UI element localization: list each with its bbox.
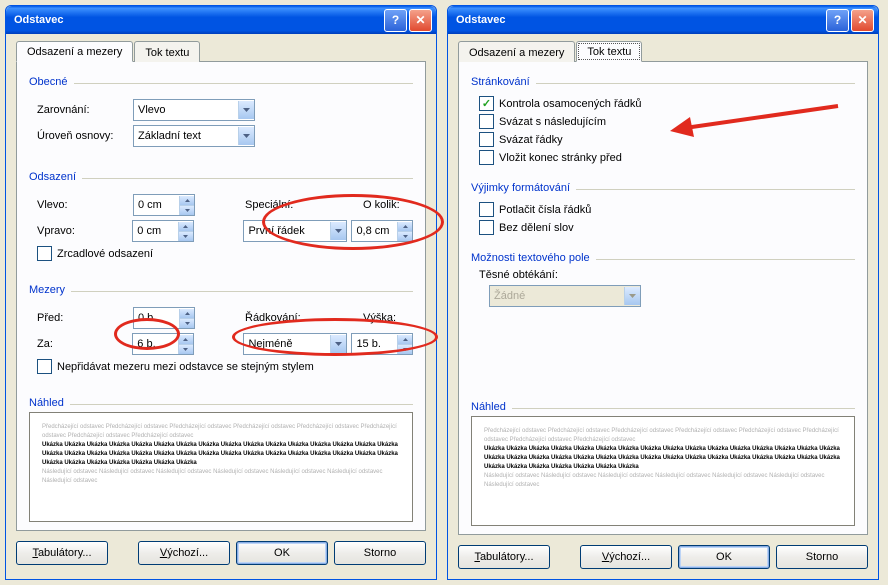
indent-right-field[interactable]: 0 cm bbox=[132, 220, 194, 242]
alignment-combo[interactable]: Vlevo bbox=[133, 99, 255, 121]
tab-indent-spacing[interactable]: Odsazení a mezery bbox=[458, 41, 575, 62]
group-general: Obecné bbox=[29, 76, 68, 88]
group-spacing: Mezery bbox=[29, 284, 65, 296]
no-add-space-checkbox[interactable]: Nepřidávat mezeru mezi odstavce se stejn… bbox=[37, 359, 413, 374]
checkbox-icon bbox=[479, 220, 494, 235]
label-indent-left: Vlevo: bbox=[37, 199, 133, 211]
spinner-icon[interactable] bbox=[397, 222, 412, 241]
tab-strip: Odsazení a mezery Tok textu bbox=[458, 40, 868, 62]
tight-wrap-combo: Žádné bbox=[489, 285, 641, 307]
preview-box: Předcházející odstavec Předcházející ods… bbox=[471, 416, 855, 526]
group-indent: Odsazení bbox=[29, 171, 76, 183]
group-textbox-options: Možnosti textového pole bbox=[471, 252, 590, 264]
label-space-before: Před: bbox=[37, 312, 133, 324]
suppress-line-numbers-checkbox[interactable]: Potlačit čísla řádků bbox=[479, 202, 855, 217]
checkbox-icon bbox=[479, 202, 494, 217]
checkbox-icon bbox=[479, 114, 494, 129]
chevron-down-icon bbox=[330, 222, 346, 240]
close-button[interactable]: ✕ bbox=[409, 9, 432, 32]
line-spacing-combo[interactable]: Nejméně bbox=[243, 333, 347, 355]
checkbox-icon bbox=[37, 246, 52, 261]
preview-box: Předcházející odstavec Předcházející ods… bbox=[29, 412, 413, 522]
tabs-button[interactable]: Tabulátory... bbox=[458, 545, 550, 569]
label-indent-by: O kolik: bbox=[363, 199, 400, 211]
window-title: Odstavec bbox=[14, 14, 382, 26]
tab-text-flow[interactable]: Tok textu bbox=[576, 41, 642, 62]
checkbox-icon bbox=[479, 150, 494, 165]
ok-button[interactable]: OK bbox=[678, 545, 770, 569]
mirror-indent-checkbox[interactable]: Zrcadlové odsazení bbox=[37, 246, 413, 261]
label-outline-level: Úroveň osnovy: bbox=[37, 130, 133, 142]
cancel-button[interactable]: Storno bbox=[334, 541, 426, 565]
paragraph-dialog-flow: Odstavec ? ✕ Odsazení a mezery Tok textu… bbox=[447, 5, 879, 580]
space-after-field[interactable]: 6 b. bbox=[132, 333, 194, 355]
keep-lines-checkbox[interactable]: Svázat řádky bbox=[479, 132, 855, 147]
tab-text-flow[interactable]: Tok textu bbox=[134, 41, 200, 62]
tab-strip: Odsazení a mezery Tok textu bbox=[16, 40, 426, 62]
checkbox-icon bbox=[479, 132, 494, 147]
indent-special-combo[interactable]: První řádek bbox=[243, 220, 347, 242]
indent-left-field[interactable]: 0 cm bbox=[133, 194, 195, 216]
titlebar[interactable]: Odstavec ? ✕ bbox=[448, 6, 878, 34]
label-space-after: Za: bbox=[37, 338, 132, 350]
label-indent-right: Vpravo: bbox=[37, 225, 132, 237]
group-preview: Náhled bbox=[471, 401, 506, 413]
spinner-icon[interactable] bbox=[179, 196, 194, 215]
help-button[interactable]: ? bbox=[384, 9, 407, 32]
indent-by-field[interactable]: 0,8 cm bbox=[351, 220, 413, 242]
group-preview: Náhled bbox=[29, 397, 64, 409]
label-line-height: Výška: bbox=[363, 312, 396, 324]
help-button[interactable]: ? bbox=[826, 9, 849, 32]
keep-with-next-checkbox[interactable]: Svázat s následujícím bbox=[479, 114, 855, 129]
group-pagination: Stránkování bbox=[471, 76, 530, 88]
widow-control-checkbox[interactable]: ✓ Kontrola osamocených řádků bbox=[479, 96, 855, 111]
no-hyphenation-checkbox[interactable]: Bez dělení slov bbox=[479, 220, 855, 235]
checkbox-icon bbox=[37, 359, 52, 374]
chevron-down-icon bbox=[624, 287, 640, 305]
chevron-down-icon bbox=[238, 101, 254, 119]
default-button[interactable]: Výchozí... bbox=[138, 541, 230, 565]
page-break-before-checkbox[interactable]: Vložit konec stránky před bbox=[479, 150, 855, 165]
paragraph-dialog-indent: Odstavec ? ✕ Odsazení a mezery Tok textu… bbox=[5, 5, 437, 580]
outline-level-combo[interactable]: Základní text bbox=[133, 125, 255, 147]
close-button[interactable]: ✕ bbox=[851, 9, 874, 32]
spinner-icon[interactable] bbox=[397, 335, 412, 354]
checkbox-icon: ✓ bbox=[479, 96, 494, 111]
label-indent-special: Speciální: bbox=[245, 199, 347, 211]
ok-button[interactable]: OK bbox=[236, 541, 328, 565]
label-tight-wrap: Těsné obtékání: bbox=[479, 269, 855, 281]
chevron-down-icon bbox=[330, 335, 346, 353]
group-exceptions: Výjimky formátování bbox=[471, 182, 570, 194]
chevron-down-icon bbox=[238, 127, 254, 145]
default-button[interactable]: Výchozí... bbox=[580, 545, 672, 569]
window-title: Odstavec bbox=[456, 14, 824, 26]
label-line-spacing: Řádkování: bbox=[245, 312, 347, 324]
spinner-icon[interactable] bbox=[178, 222, 193, 241]
space-before-field[interactable]: 0 b. bbox=[133, 307, 195, 329]
spinner-icon[interactable] bbox=[179, 309, 194, 328]
label-alignment: Zarovnání: bbox=[37, 104, 133, 116]
line-height-field[interactable]: 15 b. bbox=[351, 333, 413, 355]
spinner-icon[interactable] bbox=[178, 335, 193, 354]
tabs-button[interactable]: TTabulátory...abulátory... bbox=[16, 541, 108, 565]
tab-panel-flow: Stránkování ✓ Kontrola osamocených řádků… bbox=[458, 62, 868, 535]
titlebar[interactable]: Odstavec ? ✕ bbox=[6, 6, 436, 34]
cancel-button[interactable]: Storno bbox=[776, 545, 868, 569]
tab-panel-indent: Obecné Zarovnání: Vlevo Úroveň osnovy: Z… bbox=[16, 62, 426, 531]
tab-indent-spacing[interactable]: Odsazení a mezery bbox=[16, 41, 133, 62]
